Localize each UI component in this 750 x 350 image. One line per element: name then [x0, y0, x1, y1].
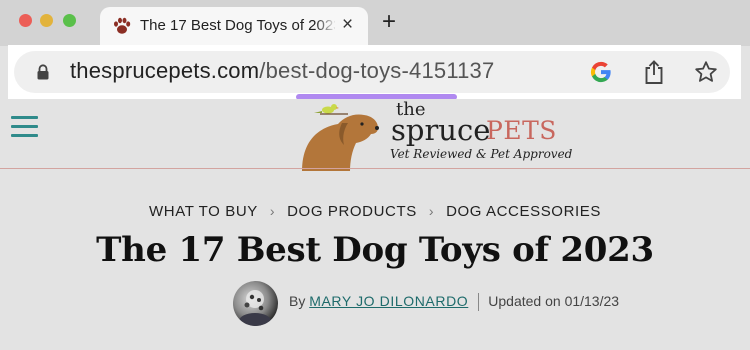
url-text[interactable]: thesprucepets.com/best-dog-toys-4151137 — [70, 58, 494, 84]
chevron-right-icon: › — [428, 203, 435, 219]
star-icon[interactable] — [694, 60, 718, 84]
web-page: the spruce PETS Vet Reviewed & Pet Appro… — [0, 99, 750, 350]
author-avatar[interactable] — [233, 281, 278, 326]
browser-tab[interactable]: The 17 Best Dog Toys of 2023 | The Spruc… — [100, 7, 368, 46]
byline-prefix: By — [289, 293, 306, 309]
url-path: /best-dog-toys-4151137 — [259, 58, 495, 83]
share-icon[interactable] — [643, 59, 665, 85]
tab-title: The 17 Best Dog Toys of 2023 | The Spruc… — [140, 17, 335, 34]
paw-icon — [114, 17, 131, 34]
byline-divider — [478, 293, 480, 312]
hamburger-menu-icon[interactable] — [11, 116, 38, 138]
tab-close-icon[interactable]: × — [342, 14, 353, 36]
author-link[interactable]: MARY JO DILONARDO — [309, 293, 468, 309]
browser-titlebar: The 17 Best Dog Toys of 2023 | The Spruc… — [0, 0, 750, 46]
breadcrumb: WHAT TO BUY › DOG PRODUCTS › DOG ACCESSORIES — [0, 203, 750, 220]
new-tab-button[interactable]: + — [382, 9, 396, 35]
close-window-button[interactable] — [19, 14, 32, 27]
header-divider — [0, 168, 750, 169]
breadcrumb-what-to-buy[interactable]: WHAT TO BUY — [149, 203, 258, 220]
breadcrumb-dog-accessories[interactable]: DOG ACCESSORIES — [446, 203, 601, 220]
minimize-window-button[interactable] — [40, 14, 53, 27]
chevron-right-icon: › — [269, 203, 276, 219]
browser-toolbar: thesprucepets.com/best-dog-toys-4151137 — [8, 45, 741, 100]
updated-date: Updated on 01/13/23 — [488, 293, 620, 309]
article-byline: By MARY JO DILONARDO Updated on 01/13/23 — [289, 293, 620, 312]
dog-bird-logo-icon[interactable] — [298, 101, 384, 171]
logo-tagline: Vet Reviewed & Pet Approved — [390, 147, 573, 161]
logo-spruce-text: spruce — [391, 113, 491, 147]
logo-pets-text: PETS — [486, 116, 557, 145]
address-bar[interactable]: thesprucepets.com/best-dog-toys-4151137 — [14, 51, 730, 100]
url-domain: thesprucepets.com — [70, 58, 260, 83]
page-title: The 17 Best Dog Toys of 2023 — [96, 230, 654, 270]
maximize-window-button[interactable] — [63, 14, 76, 27]
lock-icon[interactable] — [36, 64, 50, 80]
breadcrumb-dog-products[interactable]: DOG PRODUCTS — [287, 203, 417, 220]
google-icon[interactable] — [590, 61, 612, 83]
